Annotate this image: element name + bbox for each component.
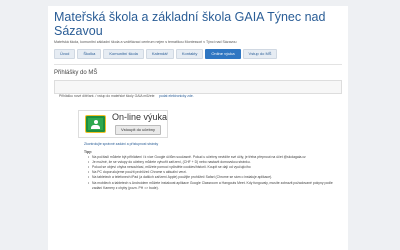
site-header: Mateřská škola a základní škola GAIA Týn…: [48, 6, 348, 45]
nav-item-online-vyuka[interactable]: Online výuka: [205, 49, 241, 59]
enter-classroom-button[interactable]: Vstoupit do učebny: [115, 125, 162, 135]
application-link[interactable]: podat elektronicky zde.: [159, 94, 194, 98]
site-subtitle: Mateřská škola, komunitní základní škola…: [54, 40, 237, 44]
tips-section: Tipy: Na počítači můžete být přihlášeni …: [84, 150, 342, 191]
main-nav: Úvod Školka Komunitní škola Kalendář Kon…: [54, 49, 342, 59]
online-class-card: On-line výuka Vstoupit do učebny: [78, 110, 168, 138]
divider: [54, 64, 342, 65]
online-class-title: On-line výuka: [112, 112, 168, 122]
tips-list: Na počítači můžete být přihlášeni i k ví…: [84, 155, 342, 191]
list-item: Na mobilech a tabletech s Androidem může…: [88, 181, 342, 191]
nav-item-kontakty[interactable]: Kontakty: [175, 49, 204, 59]
nav-item-komunitni-skola[interactable]: Komunitní škola: [103, 49, 144, 59]
page-container: Mateřská škola a základní škola GAIA Týn…: [48, 6, 348, 250]
check-access-link[interactable]: Zkontrolujte správné zadání a přístupnos…: [84, 142, 348, 146]
section-title: Přihlášky do MŠ: [54, 70, 98, 76]
nav-item-kalendar[interactable]: Kalendář: [145, 49, 174, 59]
application-text: Přihlášku nové dítě/ant. / vstup do mate…: [59, 94, 155, 98]
site-title[interactable]: Mateřská škola a základní škola GAIA Týn…: [54, 10, 342, 38]
nav-item-vstup-do-ms[interactable]: Vstup do MŠ: [242, 49, 278, 59]
google-classroom-icon: [85, 115, 106, 133]
nav-item-skolka[interactable]: Školka: [77, 49, 102, 59]
application-notice: Přihlášku nové dítě/ant. / vstup do mate…: [54, 80, 342, 98]
online-class-panel: On-line výuka Vstoupit do učebny: [78, 110, 348, 138]
nav-item-uvod[interactable]: Úvod: [54, 49, 76, 59]
